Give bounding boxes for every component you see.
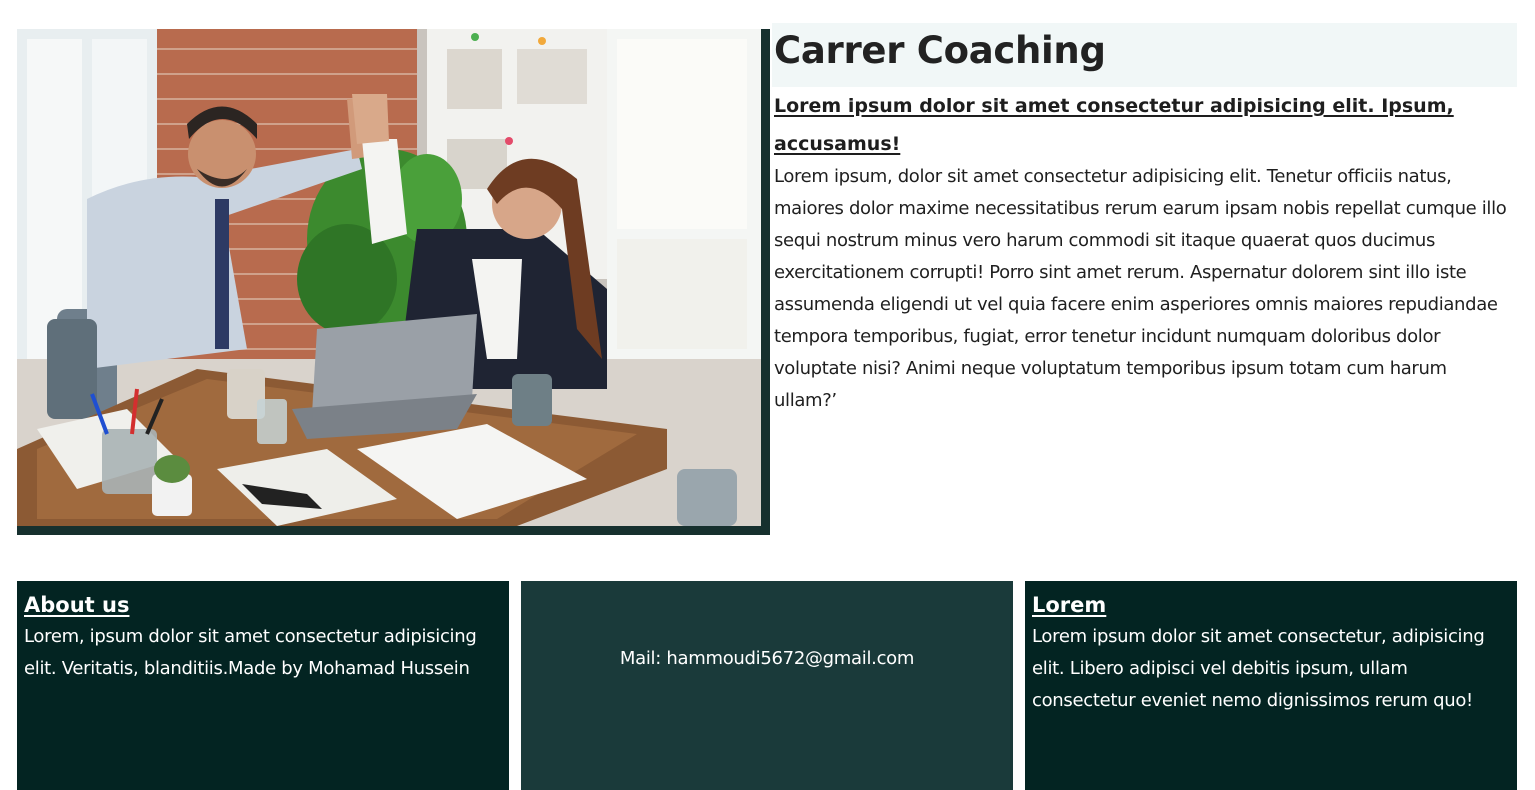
body-paragraph: Lorem ipsum, dolor sit amet consectetur … [774, 166, 1507, 411]
about-us-heading[interactable]: About us [24, 590, 502, 620]
page-title: Carrer Coaching [774, 29, 1106, 72]
lorem-heading[interactable]: Lorem [1032, 590, 1510, 620]
office-photo [17, 29, 761, 526]
footer-about-section: About us Lorem, ipsum dolor sit amet con… [17, 581, 509, 790]
mail-contact[interactable]: Mail: hammoudi5672@gmail.com [521, 644, 1013, 674]
about-us-text: Lorem, ipsum dolor sit amet consectetur … [24, 626, 477, 679]
subtitle-link[interactable]: Lorem ipsum dolor sit amet consectetur a… [774, 87, 1504, 163]
hero-image [17, 29, 770, 535]
footer-lorem-section: Lorem Lorem ipsum dolor sit amet consect… [1025, 581, 1517, 790]
footer-mail-section: Mail: hammoudi5672@gmail.com [521, 581, 1013, 790]
lorem-text: Lorem ipsum dolor sit amet consectetur, … [1032, 626, 1485, 711]
